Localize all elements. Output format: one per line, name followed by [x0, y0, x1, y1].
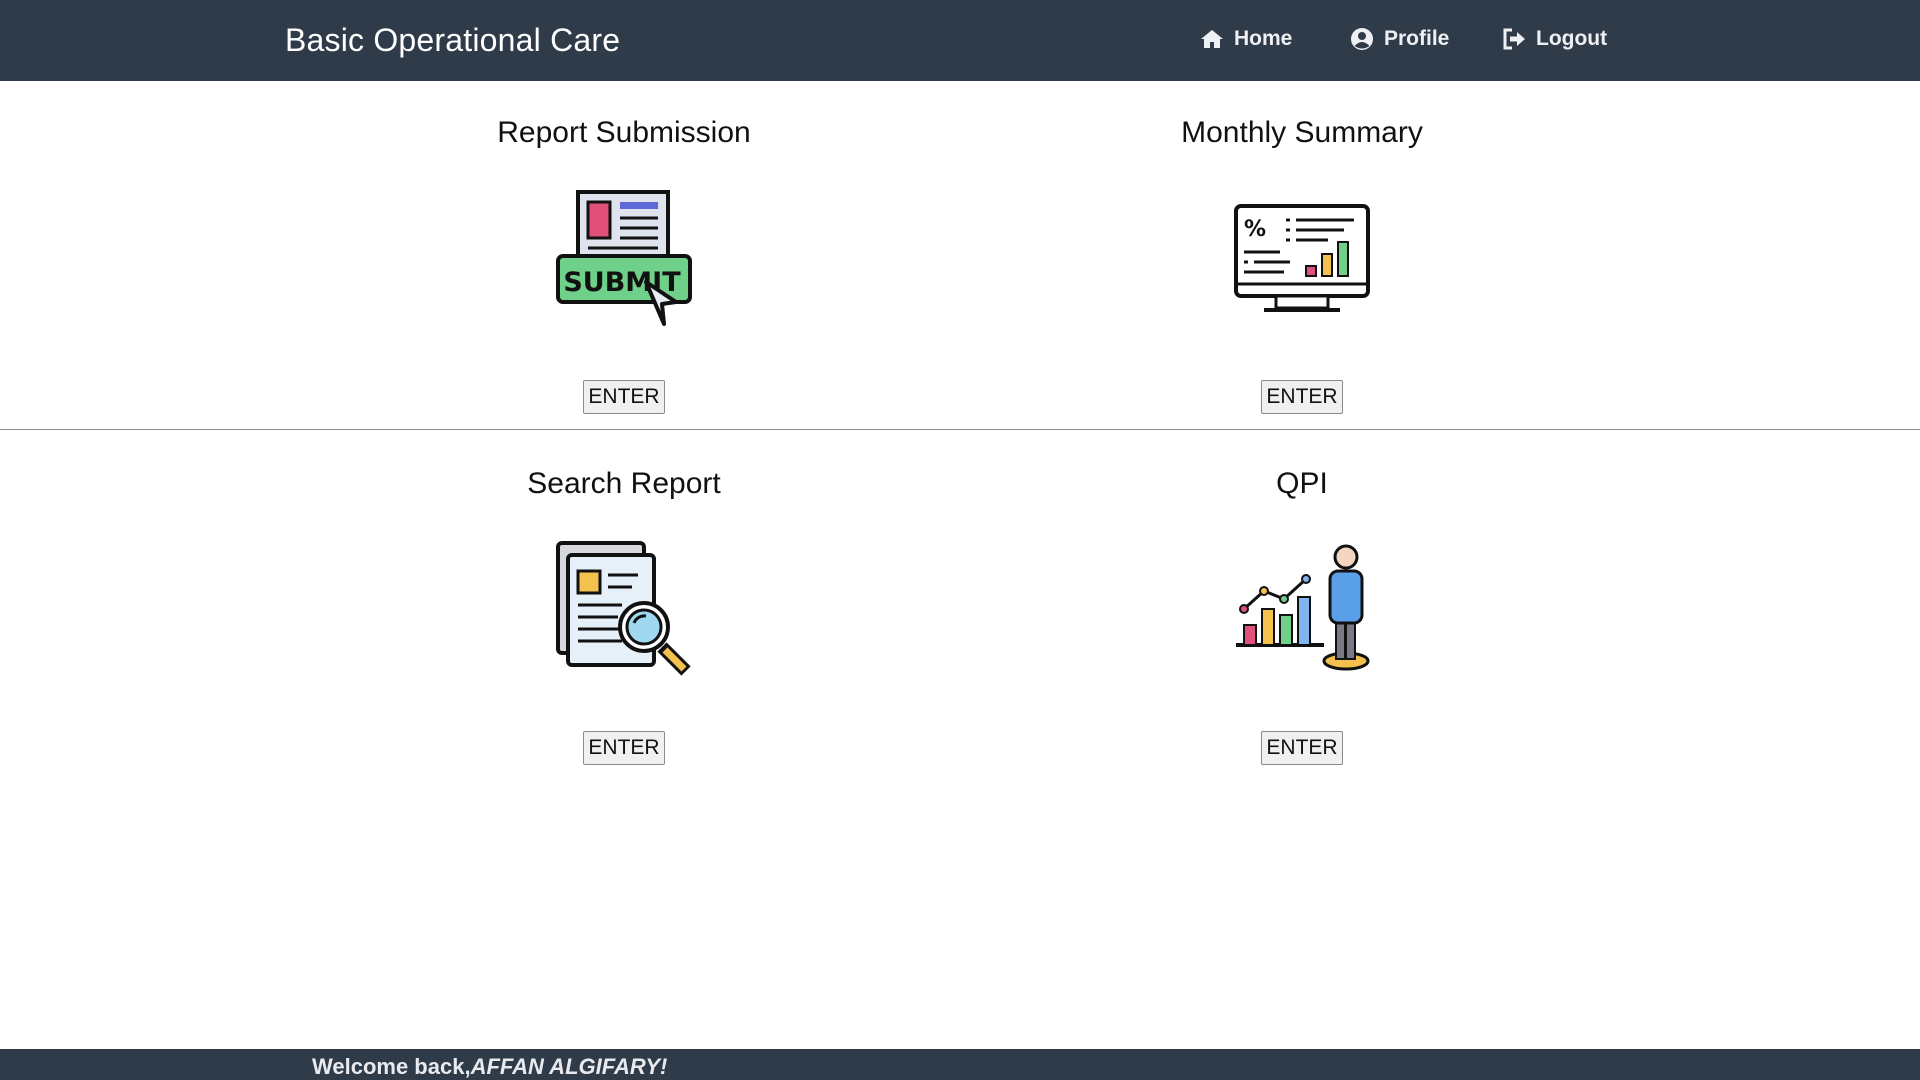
card-qpi: QPI ENTER [1002, 467, 1602, 765]
welcome-message: Welcome back,AFFAN ALGIFARY! [312, 1054, 667, 1080]
enter-button[interactable]: ENTER [583, 731, 665, 765]
document-search-icon [556, 541, 691, 676]
monitor-statistics-icon: % [1234, 204, 1370, 312]
nav-home-label: Home [1234, 27, 1293, 50]
enter-button[interactable]: ENTER [583, 380, 665, 414]
nav-profile-link[interactable]: Profile [1350, 27, 1449, 51]
enter-button[interactable]: ENTER [1261, 731, 1343, 765]
svg-text:%: % [1244, 217, 1266, 242]
nav-logout-label: Logout [1536, 27, 1608, 50]
user-circle-icon [1351, 28, 1373, 50]
nav-profile-label: Profile [1384, 27, 1450, 50]
nav-home-link[interactable]: Home [1200, 27, 1292, 51]
section-divider [0, 429, 1920, 430]
card-title: QPI [1276, 467, 1328, 500]
enter-button[interactable]: ENTER [1261, 380, 1343, 414]
top-navbar: Basic Operational Care Home Profile Logo… [0, 0, 1920, 81]
card-title: Report Submission [497, 116, 751, 149]
app-title: Basic Operational Care [285, 22, 621, 58]
presenter-chart-icon [1236, 544, 1370, 671]
logout-icon [1503, 28, 1525, 50]
home-icon [1201, 30, 1223, 48]
card-title: Monthly Summary [1181, 116, 1423, 149]
submit-form-icon: SUBMIT [556, 190, 692, 326]
card-title: Search Report [527, 467, 721, 500]
welcome-username: AFFAN ALGIFARY! [470, 1054, 668, 1079]
card-report-submission: Report Submission SUBMIT ENTER [324, 116, 924, 414]
nav-logout-link[interactable]: Logout [1502, 27, 1607, 51]
footer-bar: Welcome back,AFFAN ALGIFARY! [0, 1049, 1920, 1080]
card-monthly-summary: Monthly Summary % ENTER [1002, 116, 1602, 414]
welcome-greeting: Welcome back, [312, 1054, 471, 1079]
card-search-report: Search Report ENTER [324, 467, 924, 765]
